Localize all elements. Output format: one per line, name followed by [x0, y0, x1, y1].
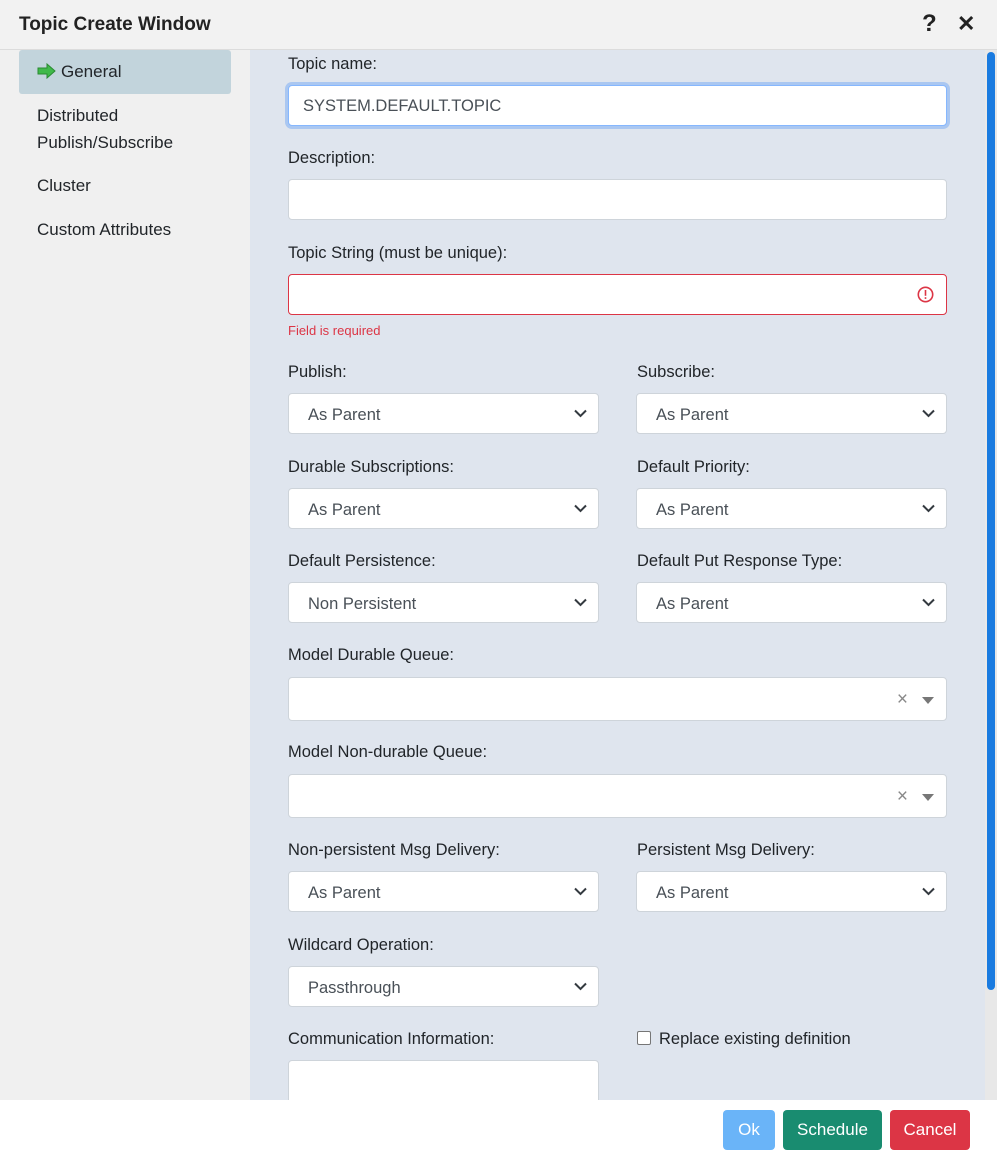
chevron-down-icon: [574, 598, 587, 607]
durable-subscriptions-select[interactable]: As Parent: [288, 488, 599, 529]
chevron-down-icon: [922, 504, 935, 513]
durable-subscriptions-value: As Parent: [308, 501, 381, 519]
wildcard-operation-value: Passthrough: [308, 979, 401, 997]
chevron-down-icon: [922, 887, 935, 896]
nonpersistent-msg-delivery-select[interactable]: As Parent: [288, 871, 599, 912]
form-panel: Topic name: SYSTEM.DEFAULT.TOPIC Descrip…: [250, 50, 985, 1100]
default-put-response-type-select[interactable]: As Parent: [636, 582, 947, 623]
model-durable-queue-label: Model Durable Queue:: [288, 646, 455, 664]
description-label: Description:: [288, 149, 376, 167]
topic-name-input[interactable]: SYSTEM.DEFAULT.TOPIC: [288, 85, 947, 126]
close-icon[interactable]: ✕: [957, 11, 975, 37]
nonpersistent-msg-delivery-label: Non-persistent Msg Delivery:: [288, 841, 500, 859]
scrollbar-thumb[interactable]: [987, 52, 995, 990]
chevron-down-icon: [922, 409, 935, 418]
default-priority-label: Default Priority:: [637, 458, 750, 476]
model-nondurable-queue-combobox[interactable]: ×: [288, 774, 947, 818]
default-persistence-value: Non Persistent: [308, 595, 417, 613]
subscribe-select[interactable]: As Parent: [636, 393, 947, 434]
publish-value: As Parent: [308, 406, 381, 424]
sidebar-item-cluster[interactable]: Cluster: [19, 172, 231, 199]
default-put-response-type-label: Default Put Response Type:: [637, 552, 843, 570]
chevron-down-icon: [574, 982, 587, 991]
cancel-button[interactable]: Cancel: [890, 1110, 970, 1150]
sidebar-item-label: General: [61, 62, 122, 81]
sidebar-item-custom-attributes[interactable]: Custom Attributes: [19, 216, 231, 243]
sidebar-item-distributed-publish-subscribe[interactable]: Distributed Publish/Subscribe: [19, 102, 231, 156]
persistent-msg-delivery-select[interactable]: As Parent: [636, 871, 947, 912]
default-persistence-select[interactable]: Non Persistent: [288, 582, 599, 623]
chevron-down-icon: [574, 504, 587, 513]
replace-existing-label[interactable]: Replace existing definition: [659, 1030, 851, 1049]
clear-icon[interactable]: ×: [897, 689, 908, 711]
topic-name-label: Topic name:: [288, 55, 377, 73]
dropdown-caret-icon[interactable]: [922, 697, 934, 704]
persistent-msg-delivery-value: As Parent: [656, 884, 729, 902]
clear-icon[interactable]: ×: [897, 786, 908, 808]
chevron-down-icon: [922, 598, 935, 607]
subscribe-label: Subscribe:: [637, 363, 715, 381]
nonpersistent-msg-delivery-value: As Parent: [308, 884, 381, 902]
subscribe-value: As Parent: [656, 406, 729, 424]
default-priority-value: As Parent: [656, 501, 729, 519]
sidebar-item-label: Distributed: [37, 106, 119, 125]
help-icon[interactable]: ?: [922, 10, 937, 38]
model-nondurable-queue-label: Model Non-durable Queue:: [288, 743, 488, 761]
scrollbar[interactable]: [985, 50, 997, 1100]
window-title: Topic Create Window: [19, 14, 211, 35]
chevron-down-icon: [574, 409, 587, 418]
topic-string-label: Topic String (must be unique):: [288, 244, 508, 262]
title-bar: Topic Create Window ? ✕: [0, 0, 997, 50]
arrow-right-icon: [37, 63, 56, 80]
sidebar-item-general[interactable]: General: [19, 50, 231, 94]
topic-string-input[interactable]: [288, 274, 947, 315]
publish-select[interactable]: As Parent: [288, 393, 599, 434]
default-persistence-label: Default Persistence:: [288, 552, 436, 570]
wildcard-operation-label: Wildcard Operation:: [288, 936, 434, 954]
dropdown-caret-icon[interactable]: [922, 794, 934, 801]
footer: Ok Schedule Cancel: [0, 1100, 997, 1158]
wildcard-operation-select[interactable]: Passthrough: [288, 966, 599, 1007]
model-durable-queue-combobox[interactable]: ×: [288, 677, 947, 721]
topic-string-error: Field is required: [288, 323, 381, 338]
schedule-button[interactable]: Schedule: [783, 1110, 882, 1150]
replace-existing-checkbox[interactable]: [637, 1031, 651, 1045]
publish-label: Publish:: [288, 363, 347, 381]
default-put-response-type-value: As Parent: [656, 595, 729, 613]
error-icon: [917, 286, 934, 303]
durable-subscriptions-label: Durable Subscriptions:: [288, 458, 454, 476]
sidebar-item-label: Publish/Subscribe: [37, 133, 174, 152]
sidebar-item-label: Custom Attributes: [37, 220, 172, 239]
communication-information-textarea[interactable]: [288, 1060, 599, 1100]
ok-button[interactable]: Ok: [723, 1110, 775, 1150]
sidebar-item-label: Cluster: [37, 176, 91, 195]
persistent-msg-delivery-label: Persistent Msg Delivery:: [637, 841, 815, 859]
description-input[interactable]: [288, 179, 947, 220]
default-priority-select[interactable]: As Parent: [636, 488, 947, 529]
communication-information-label: Communication Information:: [288, 1030, 495, 1048]
chevron-down-icon: [574, 887, 587, 896]
sidebar: General Distributed Publish/Subscribe Cl…: [0, 50, 250, 1100]
topic-name-value: SYSTEM.DEFAULT.TOPIC: [303, 97, 502, 115]
